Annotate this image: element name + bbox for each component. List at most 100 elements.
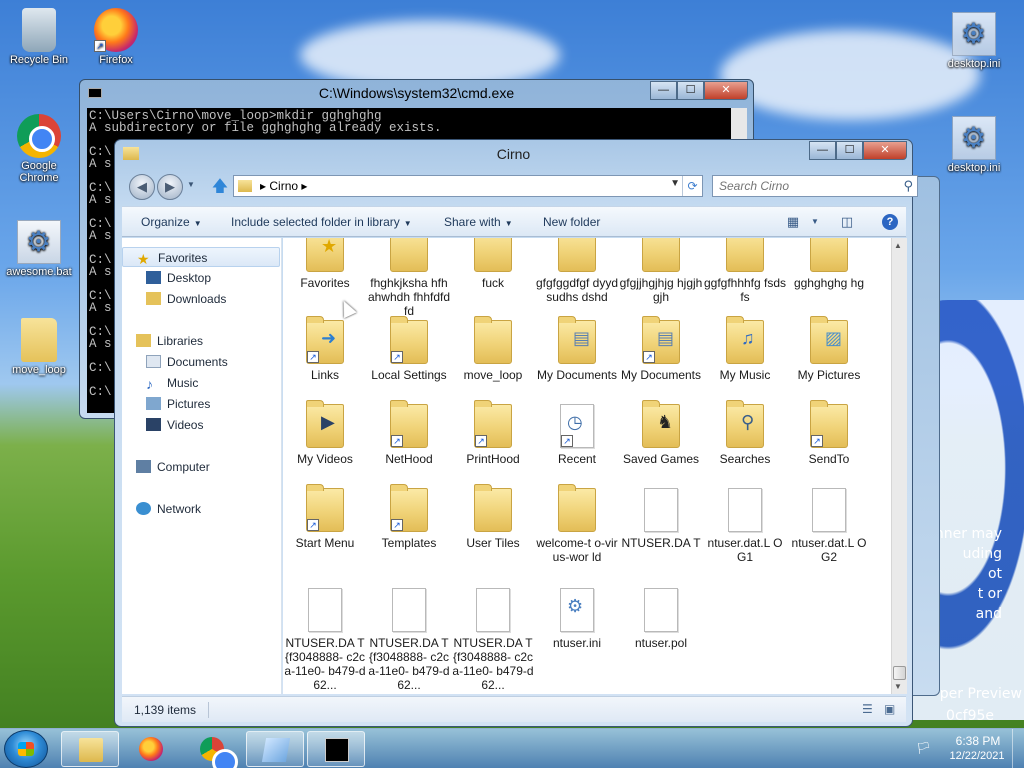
desktop-icon-move-loop[interactable]: move_loop xyxy=(1,318,77,376)
file-item[interactable]: gfgfggdfgf dyydsudhs dshd xyxy=(535,238,619,304)
desktop-icon-awesome-bat[interactable]: awesome.bat xyxy=(1,220,77,278)
file-item[interactable]: NTUSER.DA T{f3048888- c2ca-11e0- b479-d6… xyxy=(451,588,535,692)
file-item[interactable]: ↗ Local Settings xyxy=(367,316,451,382)
file-item[interactable]: welcome-t o-virus-wor ld xyxy=(535,484,619,564)
desktop-icon-chrome[interactable]: Google Chrome xyxy=(1,114,77,184)
file-item[interactable]: NTUSER.DA T{f3048888- c2ca-11e0- b479-d6… xyxy=(367,588,451,692)
taskbar-explorer[interactable] xyxy=(61,731,119,767)
explorer-minimize-button[interactable]: — xyxy=(809,141,836,160)
file-item[interactable]: ▤ My Documents xyxy=(535,316,619,382)
taskbar-cmd[interactable] xyxy=(307,731,365,767)
nav-music[interactable]: ♪ Music xyxy=(122,373,280,393)
file-item[interactable]: ↗ Start Menu xyxy=(283,484,367,550)
scrollbar-thumb[interactable] xyxy=(893,666,906,680)
nav-documents[interactable]: Documents xyxy=(122,352,280,372)
file-item[interactable]: ggfgfhhhfg fsdsfs xyxy=(703,238,787,304)
new-folder-button[interactable]: New folder xyxy=(543,215,600,229)
nav-favorites[interactable]: ★ Favorites xyxy=(122,247,280,267)
view-options-dropdown-icon[interactable]: ▼ xyxy=(806,213,824,231)
preview-pane-icon[interactable]: ◫ xyxy=(838,213,856,231)
file-item[interactable]: gfgjjhgjhjg hjgjhgjh xyxy=(619,238,703,304)
file-item[interactable]: ◷ ↗ Recent xyxy=(535,404,619,466)
taskbar-notepad[interactable] xyxy=(246,731,304,767)
file-item[interactable]: ▤ ↗ My Documents xyxy=(619,316,703,382)
file-item[interactable]: ▶ My Videos xyxy=(283,400,367,466)
folder-icon xyxy=(474,484,512,532)
file-item[interactable]: ntuser.pol xyxy=(619,588,703,650)
details-view-icon[interactable]: ☰ xyxy=(862,702,878,716)
nav-computer[interactable]: Computer xyxy=(122,457,280,477)
explorer-maximize-button[interactable]: ☐ xyxy=(836,141,863,160)
file-item[interactable]: ★ Favorites xyxy=(283,238,367,290)
clock-time[interactable]: 6:38 PM xyxy=(948,734,1008,748)
vertical-scrollbar[interactable]: ▲ ▼ xyxy=(891,238,907,694)
file-item[interactable]: ntuser.dat.L OG2 xyxy=(787,488,871,564)
file-item[interactable]: NTUSER.DA T{f3048888- c2ca-11e0- b479-d6… xyxy=(283,588,367,692)
file-item-label: ntuser.ini xyxy=(552,636,602,650)
cmd-minimize-button[interactable]: — xyxy=(650,81,677,100)
include-in-library-button[interactable]: Include selected folder in library ▼ xyxy=(231,215,412,229)
address-bar[interactable]: ▸ Cirno ▸ ▼ ⟳ xyxy=(233,175,703,197)
desktop-icon-desktop-ini-2[interactable]: desktop.ini xyxy=(936,116,1012,174)
address-dropdown-icon[interactable]: ▼ xyxy=(670,178,680,189)
refresh-icon[interactable]: ⟳ xyxy=(682,176,702,196)
file-list[interactable]: ★ Favorites fhghkjksha hfhahwhdh fhhfdfdfd… xyxy=(283,238,891,694)
show-desktop-button[interactable] xyxy=(1012,729,1024,768)
help-icon[interactable]: ? xyxy=(882,214,898,230)
change-view-icon[interactable]: ▦ xyxy=(784,213,802,231)
search-input[interactable] xyxy=(713,176,883,196)
explorer-close-button[interactable]: ✕ xyxy=(863,141,907,160)
desktop-icon-recycle-bin[interactable]: Recycle Bin xyxy=(1,8,77,66)
organize-button[interactable]: Organize ▼ xyxy=(141,215,202,229)
file-item[interactable]: gghghghg hg xyxy=(787,238,871,290)
nav-network[interactable]: Network xyxy=(122,499,280,519)
file-item[interactable]: NTUSER.DA T xyxy=(619,488,703,550)
file-item[interactable]: User Tiles xyxy=(451,484,535,550)
file-item[interactable]: move_loop xyxy=(451,316,535,382)
file-item[interactable]: ↗ NetHood xyxy=(367,400,451,466)
desktop-icon-firefox[interactable]: ↗ Firefox xyxy=(78,8,154,66)
nav-videos[interactable]: Videos xyxy=(122,415,280,435)
action-center-flag-icon[interactable]: 🏳 xyxy=(916,741,931,755)
start-button[interactable] xyxy=(4,730,48,768)
wallpaper-text: 0cf95e xyxy=(946,708,994,724)
share-with-button[interactable]: Share with ▼ xyxy=(444,215,513,229)
scroll-down-icon[interactable]: ▼ xyxy=(894,682,902,691)
file-item[interactable]: ↗ SendTo xyxy=(787,400,871,466)
file-item-label: PrintHood xyxy=(466,452,520,466)
file-item[interactable]: ⚲ Searches xyxy=(703,400,787,466)
file-item[interactable]: fhghkjksha hfhahwhdh fhhfdfdfd xyxy=(367,238,451,318)
large-icons-view-icon[interactable]: ▣ xyxy=(884,702,900,716)
folder-icon xyxy=(238,180,252,192)
folder-icon xyxy=(642,238,680,272)
file-item[interactable]: ntuser.dat.L OG1 xyxy=(703,488,787,564)
search-icon[interactable]: ⚲ xyxy=(903,178,913,194)
nav-desktop[interactable]: Desktop xyxy=(122,268,280,288)
nav-downloads[interactable]: Downloads xyxy=(122,289,280,309)
search-box[interactable]: ⚲ xyxy=(712,175,918,197)
up-arrow-icon[interactable]: 🡅 xyxy=(211,177,229,197)
nav-pictures[interactable]: Pictures xyxy=(122,394,280,414)
file-item[interactable]: fuck xyxy=(451,238,535,290)
file-item[interactable]: ➜ ↗ Links xyxy=(283,316,367,382)
breadcrumb-cirno[interactable]: Cirno xyxy=(269,179,298,193)
recent-pages-dropdown-icon[interactable]: ▼ xyxy=(187,180,195,189)
taskbar-firefox[interactable] xyxy=(122,731,180,767)
file-item[interactable]: ♫ My Music xyxy=(703,316,787,382)
file-item[interactable]: ↗ Templates xyxy=(367,484,451,550)
file-item[interactable]: ↗ PrintHood xyxy=(451,400,535,466)
file-item[interactable]: ♞ Saved Games xyxy=(619,400,703,466)
cmd-maximize-button[interactable]: ☐ xyxy=(677,81,704,100)
back-button[interactable]: ◀ xyxy=(129,174,155,200)
explorer-window[interactable]: Cirno — ☐ ✕ ◀ ▶ ▼ 🡅 ▸ Cirno ▸ ▼ ⟳ ⚲ Orga… xyxy=(114,139,918,727)
desktop-icon-desktop-ini[interactable]: desktop.ini xyxy=(936,12,1012,70)
cmd-close-button[interactable]: ✕ xyxy=(704,81,748,100)
taskbar-chrome[interactable] xyxy=(183,731,241,768)
cmd-line: A subdirectory or file gghghghg already … xyxy=(89,121,442,135)
nav-libraries[interactable]: Libraries xyxy=(122,331,280,351)
file-item[interactable]: ⚙ ntuser.ini xyxy=(535,588,619,650)
clock-date[interactable]: 12/22/2021 xyxy=(942,750,1012,762)
scroll-up-icon[interactable]: ▲ xyxy=(894,241,902,250)
forward-button[interactable]: ▶ xyxy=(157,174,183,200)
file-item[interactable]: ▨ My Pictures xyxy=(787,316,871,382)
